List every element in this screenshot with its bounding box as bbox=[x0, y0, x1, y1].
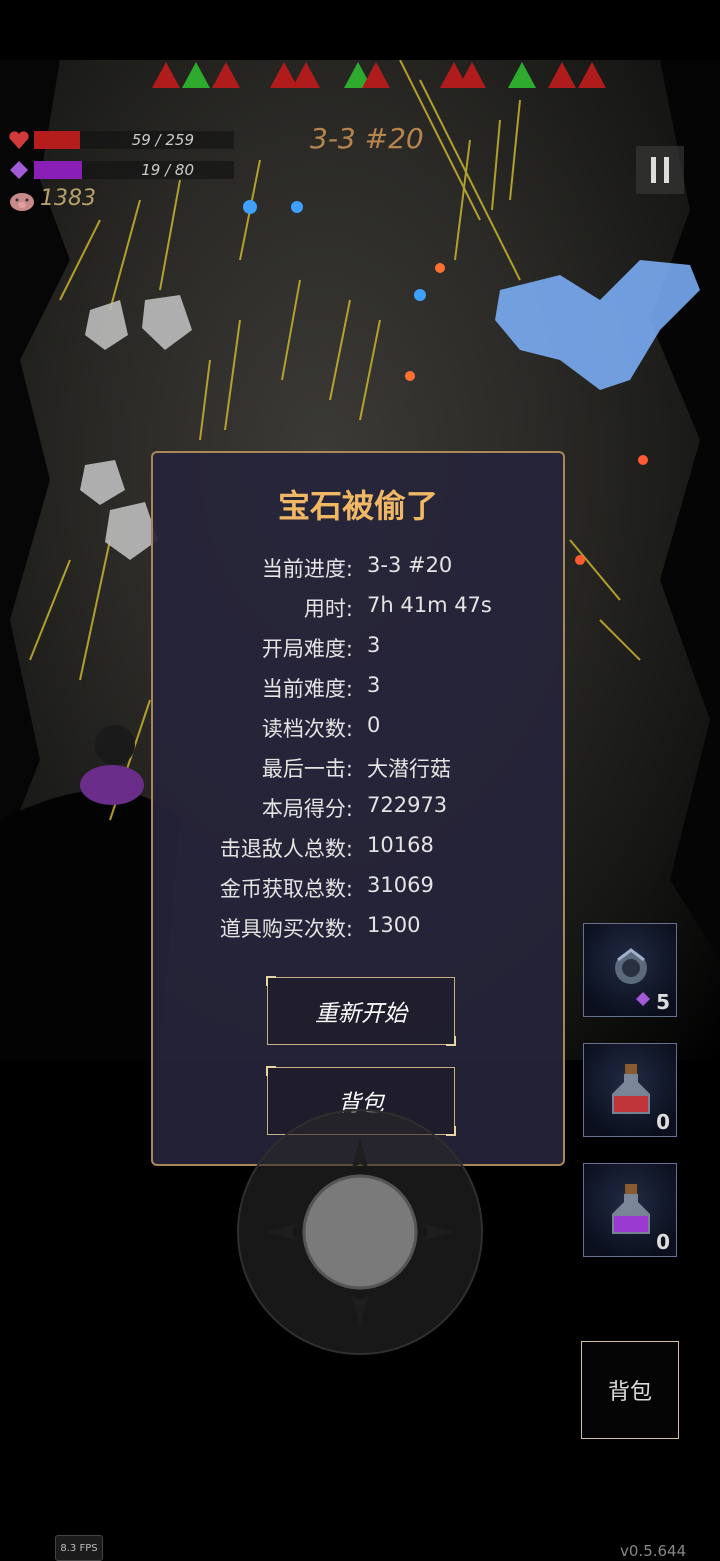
pause-icon bbox=[647, 157, 673, 183]
stat-label: 用时: bbox=[303, 597, 353, 621]
stat-row: 道具购买次数: 1300 bbox=[153, 913, 563, 943]
fps-counter: 8.3 FPS bbox=[55, 1535, 103, 1561]
item-slot-orb[interactable]: 5 bbox=[583, 923, 677, 1017]
item-count: 0 bbox=[656, 1110, 670, 1134]
stat-value: 大潜行菇 bbox=[367, 757, 451, 781]
mp-fill bbox=[34, 161, 82, 179]
stat-value: 7h 41m 47s bbox=[367, 593, 492, 617]
stat-value: 10168 bbox=[367, 833, 434, 857]
pause-button[interactable] bbox=[636, 146, 684, 194]
bag-button[interactable]: 背包 bbox=[581, 1341, 679, 1439]
mp-text: 19 / 80 bbox=[141, 161, 194, 179]
stat-label: 本局得分: bbox=[261, 797, 353, 821]
gem-icon bbox=[636, 991, 650, 1010]
hp-track: 59 / 259 bbox=[34, 131, 234, 149]
red-potion-icon bbox=[612, 1064, 650, 1114]
stage-label: 3-3 #20 bbox=[310, 122, 424, 155]
stat-row: 最后一击: 大潜行菇 bbox=[153, 753, 563, 783]
stat-row: 开局难度: 3 bbox=[153, 633, 563, 663]
stat-label: 道具购买次数: bbox=[219, 917, 353, 941]
enemy-indicator-row bbox=[152, 62, 606, 88]
purple-potion-icon bbox=[612, 1184, 650, 1234]
mp-track: 19 / 80 bbox=[34, 161, 234, 179]
stat-value: 31069 bbox=[367, 873, 434, 897]
stat-value: 3 bbox=[367, 673, 381, 697]
stat-row: 读档次数: 0 bbox=[153, 713, 563, 743]
stat-label: 当前进度: bbox=[261, 557, 353, 581]
stat-value: 3 bbox=[367, 633, 381, 657]
hp-fill bbox=[34, 131, 80, 149]
gem-icon bbox=[8, 159, 30, 181]
stat-label: 当前难度: bbox=[261, 677, 353, 701]
stat-row: 当前进度: 3-3 #20 bbox=[153, 553, 563, 583]
hp-bar: 59 / 259 bbox=[8, 129, 234, 151]
stat-value: 722973 bbox=[367, 793, 448, 817]
stat-row: 用时: 7h 41m 47s bbox=[153, 593, 563, 623]
heart-icon bbox=[8, 129, 30, 151]
stat-label: 金币获取总数: bbox=[219, 877, 353, 901]
hp-text: 59 / 259 bbox=[131, 131, 194, 149]
dialog-title: 宝石被偷了 bbox=[277, 487, 438, 525]
item-count: 5 bbox=[656, 990, 670, 1014]
stat-label: 读档次数: bbox=[261, 717, 353, 741]
stat-row: 当前难度: 3 bbox=[153, 673, 563, 703]
stat-value: 1300 bbox=[367, 913, 421, 937]
stat-row: 本局得分: 722973 bbox=[153, 793, 563, 823]
stat-value: 3-3 #20 bbox=[367, 553, 453, 577]
gold-counter: 1383 bbox=[40, 186, 96, 211]
item-slot-purple-potion[interactable]: 0 bbox=[583, 1163, 677, 1257]
stat-label: 开局难度: bbox=[261, 637, 353, 661]
mp-bar: 19 / 80 bbox=[8, 159, 234, 181]
pig-icon bbox=[8, 189, 36, 217]
item-count: 0 bbox=[656, 1230, 670, 1254]
stat-row: 金币获取总数: 31069 bbox=[153, 873, 563, 903]
restart-button[interactable]: 重新开始 bbox=[266, 976, 456, 1046]
game-over-dialog: 宝石被偷了 当前进度: 3-3 #20 用时: 7h 41m 47s 开局难度: 3 … bbox=[151, 451, 565, 1166]
virtual-joystick[interactable] bbox=[236, 1108, 484, 1356]
item-slot-red-potion[interactable]: 0 bbox=[583, 1043, 677, 1137]
stat-label: 击退敌人总数: bbox=[219, 837, 353, 861]
stat-value: 0 bbox=[367, 713, 381, 737]
stat-label: 最后一击: bbox=[261, 757, 353, 781]
stat-row: 击退敌人总数: 10168 bbox=[153, 833, 563, 863]
version-label: v0.5.644 bbox=[620, 1542, 687, 1560]
